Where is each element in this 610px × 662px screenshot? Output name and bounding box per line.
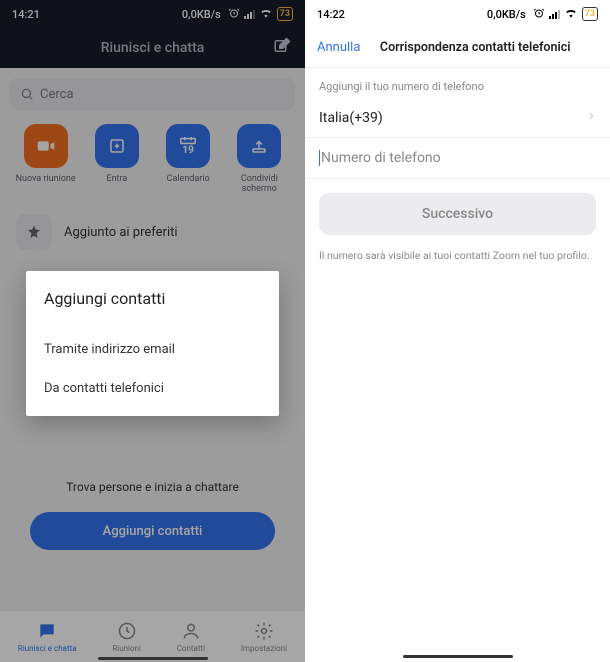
wifi-icon — [564, 7, 578, 21]
home-indicator — [403, 655, 513, 658]
home-indicator — [98, 657, 208, 660]
battery-icon: 73 — [582, 7, 598, 21]
privacy-note: Il numero sarà visibile ai tuoi contatti… — [319, 249, 596, 262]
country-selector[interactable]: Italia(+39) — [305, 99, 610, 138]
sheet-item-phone[interactable]: Da contatti telefonici — [44, 369, 261, 408]
next-button[interactable]: Successivo — [319, 193, 596, 235]
sheet-title: Aggiungi contatti — [44, 289, 261, 308]
add-contacts-sheet: Aggiungi contatti Tramite indirizzo emai… — [26, 271, 279, 416]
header: Annulla Corrispondenza contatti telefoni… — [305, 28, 610, 68]
phone-placeholder: Numero di telefono — [321, 150, 441, 166]
chevron-right-icon — [586, 109, 596, 127]
status-time: 14:22 — [317, 8, 345, 21]
section-label: Aggiungi il tuo numero di telefono — [305, 68, 610, 99]
page-title: Corrispondenza contatti telefonici — [352, 40, 598, 55]
sheet-item-email[interactable]: Tramite indirizzo email — [44, 330, 261, 369]
status-speed: 0,0KB/s — [487, 8, 526, 21]
status-bar: 14:22 0,0KB/s 73 — [305, 0, 610, 28]
status-right: 0,0KB/s 73 — [487, 7, 598, 22]
alarm-icon — [533, 7, 545, 22]
signal-icon — [549, 9, 560, 19]
phone-input[interactable]: Numero di telefono — [305, 138, 610, 179]
text-cursor — [319, 150, 320, 166]
right-body: Successivo Il numero sarà visibile ai tu… — [305, 179, 610, 276]
country-value: Italia(+39) — [319, 110, 383, 126]
